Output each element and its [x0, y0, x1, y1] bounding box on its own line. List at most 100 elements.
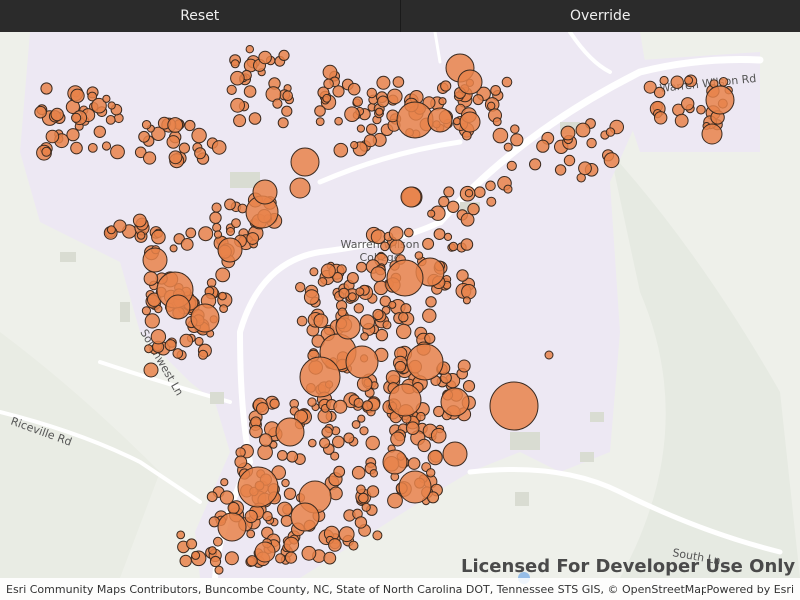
- map-point[interactable]: [166, 135, 181, 149]
- map-point[interactable]: [460, 238, 474, 251]
- map-point[interactable]: [317, 277, 328, 287]
- map-point[interactable]: [230, 59, 240, 69]
- map-point[interactable]: [172, 348, 184, 359]
- map-point[interactable]: [194, 336, 204, 346]
- map-point[interactable]: [355, 287, 365, 297]
- map-point[interactable]: [653, 86, 666, 99]
- map-point[interactable]: [246, 232, 260, 245]
- map-point[interactable]: [575, 122, 591, 138]
- map-point[interactable]: [430, 427, 447, 444]
- map-point[interactable]: [363, 134, 377, 148]
- map-point[interactable]: [219, 304, 229, 314]
- map-point[interactable]: [184, 119, 196, 132]
- map-point[interactable]: [586, 137, 597, 149]
- map-point[interactable]: [394, 360, 407, 373]
- map-point[interactable]: [503, 142, 513, 152]
- map-point[interactable]: [332, 85, 345, 98]
- map-point[interactable]: [144, 313, 160, 329]
- map-point[interactable]: [448, 241, 459, 252]
- map-point[interactable]: [248, 112, 262, 125]
- map-point[interactable]: [400, 186, 422, 208]
- map-point[interactable]: [289, 177, 311, 199]
- map-point[interactable]: [443, 232, 453, 241]
- map-point[interactable]: [492, 127, 509, 144]
- map-point[interactable]: [50, 107, 64, 122]
- map-point[interactable]: [307, 397, 317, 407]
- map-point[interactable]: [198, 349, 208, 360]
- map-point[interactable]: [358, 492, 369, 504]
- map-point[interactable]: [217, 237, 243, 263]
- map-point[interactable]: [486, 196, 497, 207]
- map-point[interactable]: [315, 117, 325, 126]
- map-point[interactable]: [603, 152, 620, 169]
- map-point[interactable]: [501, 76, 513, 88]
- map-point[interactable]: [245, 45, 255, 54]
- map-point[interactable]: [370, 229, 386, 245]
- map-point[interactable]: [296, 315, 308, 327]
- map-point[interactable]: [150, 329, 167, 345]
- map-point[interactable]: [424, 332, 436, 344]
- map-point[interactable]: [224, 198, 236, 211]
- map-point[interactable]: [330, 451, 340, 461]
- map-point[interactable]: [335, 314, 361, 340]
- map-point[interactable]: [132, 213, 147, 228]
- map-point[interactable]: [70, 88, 85, 103]
- map-point[interactable]: [209, 555, 222, 568]
- map-point[interactable]: [387, 88, 403, 105]
- map-point[interactable]: [198, 226, 214, 242]
- map-point[interactable]: [705, 85, 735, 115]
- map-point[interactable]: [370, 266, 387, 283]
- map-point[interactable]: [283, 487, 297, 500]
- map-point[interactable]: [718, 77, 729, 87]
- map-point[interactable]: [343, 432, 355, 444]
- map-point[interactable]: [386, 259, 424, 297]
- map-point[interactable]: [506, 160, 517, 171]
- map-point[interactable]: [414, 251, 424, 260]
- map-point[interactable]: [388, 300, 397, 309]
- map-point[interactable]: [554, 164, 567, 176]
- map-point[interactable]: [107, 101, 116, 110]
- map-point[interactable]: [681, 97, 695, 111]
- map-point[interactable]: [406, 343, 444, 381]
- map-point[interactable]: [396, 323, 412, 340]
- map-point[interactable]: [351, 465, 366, 480]
- map-point[interactable]: [191, 127, 207, 144]
- map-point[interactable]: [388, 383, 422, 417]
- map-point[interactable]: [536, 139, 550, 153]
- map-point[interactable]: [141, 120, 152, 130]
- map-point[interactable]: [321, 426, 333, 438]
- map-point[interactable]: [169, 244, 178, 253]
- map-point[interactable]: [492, 117, 502, 127]
- map-point[interactable]: [366, 87, 377, 99]
- map-point[interactable]: [136, 231, 146, 240]
- map-point[interactable]: [70, 141, 83, 155]
- map-point[interactable]: [269, 398, 280, 409]
- map-point[interactable]: [164, 339, 177, 352]
- map-point[interactable]: [254, 541, 276, 563]
- powered-by-esri[interactable]: Powered by Esri: [706, 583, 794, 596]
- map-point[interactable]: [490, 85, 502, 96]
- map-point[interactable]: [416, 411, 426, 422]
- map-point[interactable]: [282, 90, 294, 102]
- map-point[interactable]: [346, 272, 359, 284]
- map-point[interactable]: [427, 107, 453, 133]
- map-point[interactable]: [461, 130, 472, 141]
- map-point[interactable]: [456, 269, 469, 282]
- map-point[interactable]: [427, 450, 443, 466]
- map-point[interactable]: [105, 115, 116, 125]
- map-point[interactable]: [237, 466, 279, 508]
- map-point[interactable]: [380, 241, 390, 252]
- map-point[interactable]: [457, 359, 471, 373]
- map-point[interactable]: [258, 50, 272, 65]
- map-point[interactable]: [246, 529, 256, 539]
- map-point[interactable]: [275, 417, 305, 447]
- map-point[interactable]: [404, 227, 414, 238]
- map-point[interactable]: [684, 75, 694, 85]
- map-point[interactable]: [459, 111, 481, 133]
- map-point[interactable]: [41, 146, 52, 157]
- map-point[interactable]: [696, 104, 706, 115]
- map-point[interactable]: [319, 437, 331, 449]
- map-point[interactable]: [354, 516, 368, 529]
- map-point[interactable]: [338, 526, 355, 543]
- map-point[interactable]: [168, 150, 183, 165]
